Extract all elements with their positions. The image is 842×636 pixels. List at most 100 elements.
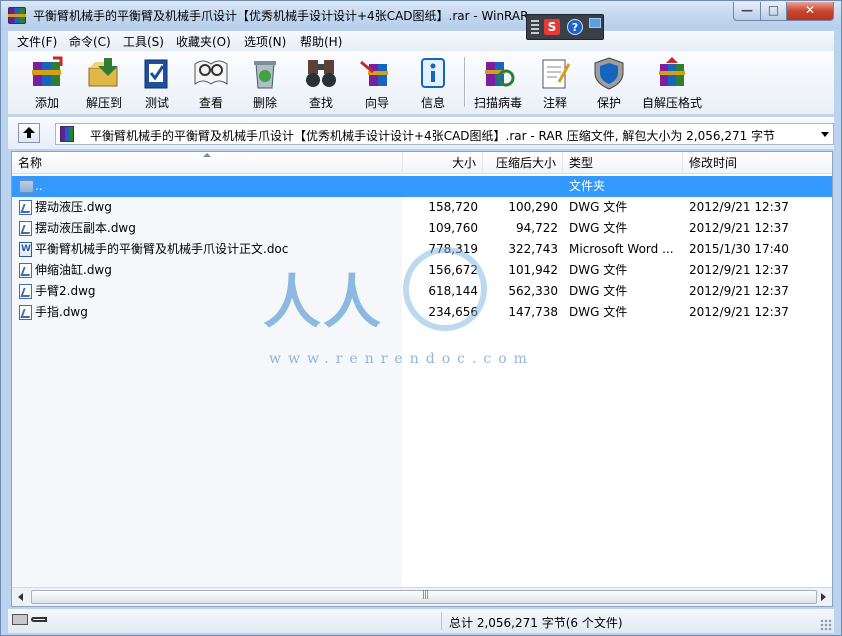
file-type: DWG 文件 xyxy=(569,221,628,235)
up-folder-button[interactable] xyxy=(18,123,40,143)
menu-help[interactable]: 帮助(H) xyxy=(300,33,342,50)
ime-floating-toolbar: S ? xyxy=(526,14,604,40)
file-size: 618,144 xyxy=(428,284,478,298)
file-type: DWG 文件 xyxy=(569,200,628,214)
drive-icon[interactable] xyxy=(12,614,28,625)
find-button-label: 查找 xyxy=(308,96,333,110)
file-modified: 2012/9/21 12:37 xyxy=(689,305,789,319)
add-button[interactable]: 添加 xyxy=(20,54,74,112)
path-field[interactable]: 平衡臂机械手的平衡臂及机械手爪设计【优秀机械手设计设计+4张CAD图纸】.rar… xyxy=(55,123,834,145)
view-button[interactable]: 查看 xyxy=(188,54,234,112)
chevron-down-icon[interactable] xyxy=(821,132,829,137)
file-size: 234,656 xyxy=(428,305,478,319)
file-packed-size: 322,743 xyxy=(508,242,558,256)
file-size: 109,760 xyxy=(428,221,478,235)
file-type: DWG 文件 xyxy=(569,284,628,298)
file-type: Microsoft Word ... xyxy=(569,242,674,256)
file-packed-size: 562,330 xyxy=(508,284,558,298)
column-header-size[interactable]: 大小 xyxy=(403,152,483,174)
file-type: 文件夹 xyxy=(569,179,606,193)
comment-button[interactable]: 注释 xyxy=(530,54,580,112)
test-button-label: 测试 xyxy=(144,96,169,110)
close-button[interactable]: ✕ xyxy=(786,2,834,21)
table-row[interactable]: 摆动液压副本.dwg 109,760 94,722 DWG 文件 2012/9/… xyxy=(12,218,832,239)
file-modified: 2012/9/21 12:37 xyxy=(689,221,789,235)
find-button[interactable]: 查找 xyxy=(298,54,344,112)
menu-file[interactable]: 文件(F) xyxy=(17,33,57,50)
dwg-file-icon xyxy=(19,305,32,320)
monitor-icon[interactable] xyxy=(589,18,601,28)
status-divider xyxy=(441,612,442,630)
help-icon[interactable]: ? xyxy=(567,19,583,35)
sogou-icon[interactable]: S xyxy=(544,19,560,35)
maximize-button[interactable]: □ xyxy=(760,2,787,21)
column-header-type[interactable]: 类型 xyxy=(563,152,683,174)
dwg-file-icon xyxy=(19,221,32,236)
file-type: DWG 文件 xyxy=(569,263,628,277)
file-name: 手臂2.dwg xyxy=(35,284,96,298)
main-toolbar: 添加 解压到 测试 查看 删除 查找 向导 信息 扫描病毒 注释 保护 自解压格… xyxy=(8,51,834,115)
info-button-label: 信息 xyxy=(420,96,445,110)
dwg-file-icon xyxy=(19,284,32,299)
title-bar: 平衡臂机械手的平衡臂及机械手爪设计【优秀机械手设计设计+4张CAD图纸】.rar… xyxy=(1,1,841,30)
scroll-right-icon[interactable] xyxy=(815,590,830,604)
test-button[interactable]: 测试 xyxy=(134,54,180,112)
table-row[interactable]: .. 文件夹 xyxy=(12,176,832,197)
dwg-file-icon xyxy=(19,263,32,278)
column-header-packed[interactable]: 压缩后大小 xyxy=(483,152,563,174)
horizontal-scrollbar[interactable] xyxy=(12,587,832,606)
table-row[interactable]: 伸缩油缸.dwg 156,672 101,942 DWG 文件 2012/9/2… xyxy=(12,260,832,281)
delete-button[interactable]: 删除 xyxy=(242,54,288,112)
extract-to-icon xyxy=(88,58,118,87)
add-button-label: 添加 xyxy=(34,96,59,110)
status-total: 总计 2,056,271 字节(6 个文件) xyxy=(449,616,623,630)
window-title: 平衡臂机械手的平衡臂及机械手爪设计【优秀机械手设计设计+4张CAD图纸】.rar… xyxy=(33,9,529,23)
sfx-button-label: 自解压格式 xyxy=(641,96,702,110)
file-size: 778,319 xyxy=(428,242,478,256)
delete-button-label: 删除 xyxy=(252,96,277,110)
file-packed-size: 94,722 xyxy=(516,221,558,235)
minimize-button[interactable]: — xyxy=(733,2,761,21)
table-row[interactable]: 摆动液压.dwg 158,720 100,290 DWG 文件 2012/9/2… xyxy=(12,197,832,218)
table-row[interactable]: 手指.dwg 234,656 147,738 DWG 文件 2012/9/21 … xyxy=(12,302,832,323)
menu-commands[interactable]: 命令(C) xyxy=(69,33,111,50)
file-packed-size: 147,738 xyxy=(508,305,558,319)
scroll-left-icon[interactable] xyxy=(14,590,29,604)
path-text: 平衡臂机械手的平衡臂及机械手爪设计【优秀机械手设计设计+4张CAD图纸】.rar… xyxy=(90,129,776,143)
virus-scan-button[interactable]: 扫描病毒 xyxy=(470,54,526,112)
menu-options[interactable]: 选项(N) xyxy=(244,33,286,50)
scrollbar-thumb[interactable] xyxy=(31,590,817,604)
protect-button[interactable]: 保护 xyxy=(584,54,634,112)
folder-up-icon xyxy=(19,180,34,193)
file-name: 摆动液压副本.dwg xyxy=(35,221,136,235)
file-name: 手指.dwg xyxy=(35,305,88,319)
winrar-app-icon[interactable] xyxy=(8,7,26,24)
file-list[interactable]: 名称 大小 压缩后大小 类型 修改时间 .. 文件夹 摆动液压.dwg 158,… xyxy=(11,151,833,607)
table-row[interactable]: 手臂2.dwg 618,144 562,330 DWG 文件 2012/9/21… xyxy=(12,281,832,302)
wizard-button[interactable]: 向导 xyxy=(354,54,400,112)
menu-bar: 文件(F) 命令(C) 工具(S) 收藏夹(O) 选项(N) 帮助(H) xyxy=(8,31,834,51)
status-bar: 总计 2,056,271 字节(6 个文件) xyxy=(8,609,834,633)
winrar-window: 平衡臂机械手的平衡臂及机械手爪设计【优秀机械手设计设计+4张CAD图纸】.rar… xyxy=(0,0,842,636)
resize-grip-icon[interactable] xyxy=(820,619,832,631)
sfx-button[interactable]: 自解压格式 xyxy=(638,54,706,112)
wizard-button-label: 向导 xyxy=(364,96,389,110)
column-header-name-label: 名称 xyxy=(18,156,43,170)
word-doc-icon xyxy=(19,239,32,260)
drag-grip-icon[interactable] xyxy=(531,20,539,34)
file-size: 158,720 xyxy=(428,200,478,214)
virus-scan-button-label: 扫描病毒 xyxy=(473,96,522,110)
file-modified: 2012/9/21 12:37 xyxy=(689,200,789,214)
file-modified: 2015/1/30 17:40 xyxy=(689,242,789,256)
status-icons xyxy=(12,614,48,627)
wizard-icon xyxy=(360,60,388,86)
find-icon xyxy=(306,60,336,87)
key-icon[interactable] xyxy=(31,617,47,622)
menu-favorites[interactable]: 收藏夹(O) xyxy=(176,33,231,50)
table-row[interactable]: 平衡臂机械手的平衡臂及机械手爪设计正文.doc 778,319 322,743 … xyxy=(12,239,832,260)
file-modified: 2012/9/21 12:37 xyxy=(689,284,789,298)
menu-tools[interactable]: 工具(S) xyxy=(123,33,164,50)
info-button[interactable]: 信息 xyxy=(410,54,456,112)
extract-to-button[interactable]: 解压到 xyxy=(78,54,130,112)
column-header-modified[interactable]: 修改时间 xyxy=(683,152,832,174)
